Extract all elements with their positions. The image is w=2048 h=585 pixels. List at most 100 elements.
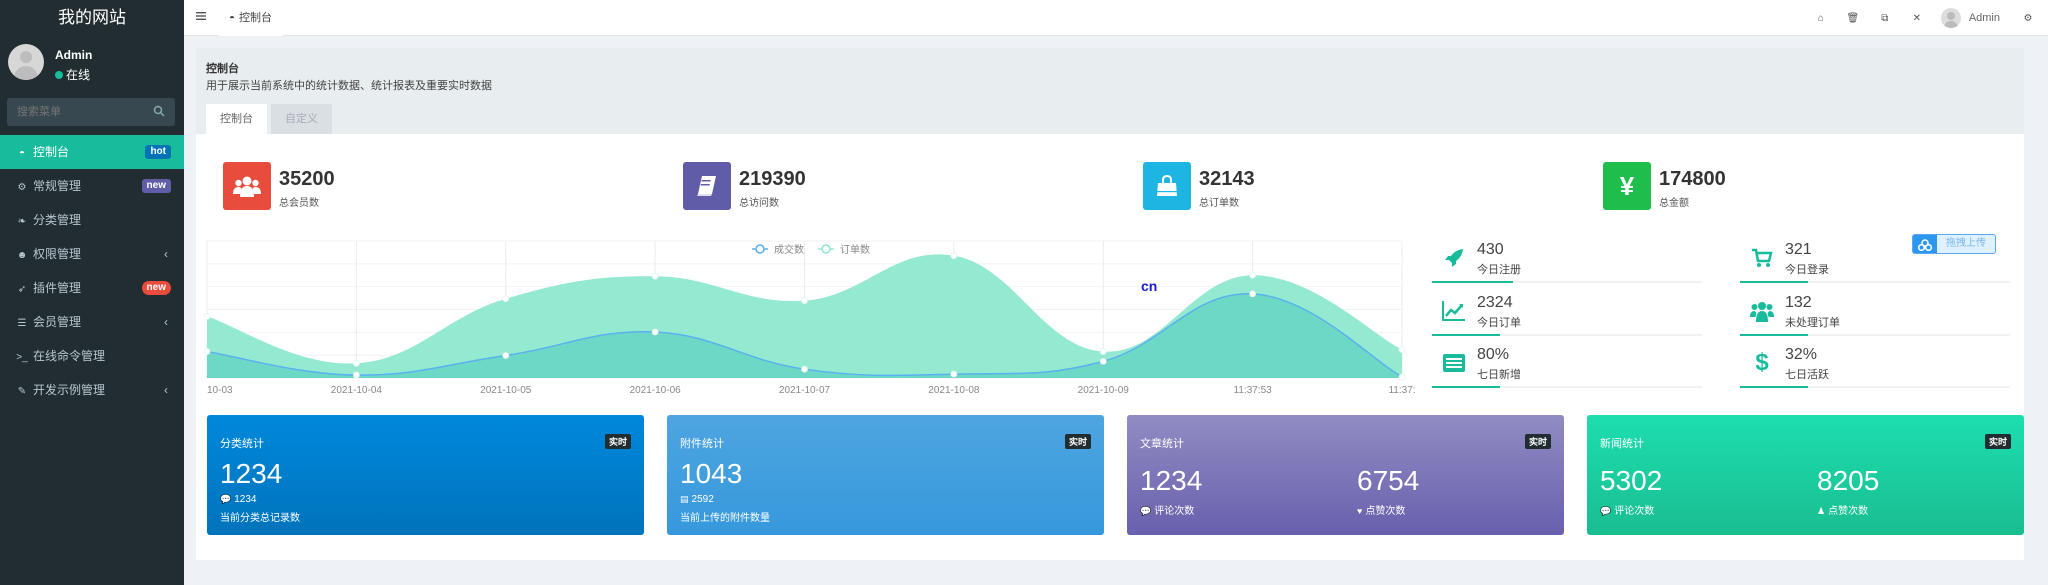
stat-label: 总金额 bbox=[1659, 198, 1689, 209]
comment-icon: 💬 bbox=[1600, 506, 1612, 516]
stat-value: 219390 bbox=[739, 168, 806, 190]
x-tick-label: 2021-10-06 bbox=[630, 385, 682, 396]
translate-icon[interactable]: ⧉ bbox=[1869, 13, 1901, 24]
mini-stat-value: 321 bbox=[1785, 241, 1812, 258]
point-orders[interactable] bbox=[1398, 346, 1406, 354]
point-orders[interactable] bbox=[1249, 271, 1257, 279]
card-sub: ♟ 点赞次数 bbox=[1817, 502, 1868, 517]
area-chart-svg: 10-03 2021-10-04 2021-10-05 2021-10-06 2021-… bbox=[203, 240, 1416, 396]
point-deals[interactable] bbox=[502, 352, 510, 359]
chevron-left-icon: ‹ bbox=[164, 247, 168, 261]
card-value: 1234 bbox=[1140, 465, 1203, 496]
realtime-tag: 实时 bbox=[1524, 434, 1551, 449]
menu-label: 分类管理 bbox=[33, 213, 82, 227]
orders-chart: 10-03 2021-10-04 2021-10-05 2021-10-06 2021-… bbox=[196, 233, 1436, 403]
group-icon bbox=[1748, 299, 1776, 323]
sidebar-item-general[interactable]: ⚙ 常规管理 new bbox=[0, 169, 184, 203]
point-deals[interactable] bbox=[950, 370, 958, 378]
fullscreen-icon[interactable]: ✕ bbox=[1901, 13, 1933, 24]
stat-value: 32143 bbox=[1199, 168, 1255, 190]
x-tick-label: 2021-10-04 bbox=[331, 385, 383, 396]
settings-icon[interactable]: ⚙ bbox=[2012, 13, 2044, 24]
nav-tab-dashboard[interactable]: ◓ 控制台 bbox=[219, 0, 283, 36]
hot-badge: hot bbox=[145, 145, 171, 159]
progress-fill bbox=[1740, 386, 1808, 388]
realtime-tag: 实时 bbox=[1984, 434, 2011, 449]
cart-icon bbox=[1748, 246, 1776, 270]
point-orders[interactable] bbox=[203, 312, 211, 320]
sidebar-item-auth[interactable]: ☻ 权限管理 ‹ bbox=[0, 237, 184, 271]
tab-dashboard[interactable]: 控制台 bbox=[206, 104, 267, 134]
mini-stat-value: 32% bbox=[1785, 346, 1818, 363]
menu-label: 在线命令管理 bbox=[33, 349, 106, 363]
point-deals[interactable] bbox=[1398, 373, 1406, 381]
tab-custom[interactable]: 自定义 bbox=[271, 104, 332, 134]
card-sub: 💬 评论次数 bbox=[1600, 502, 1654, 517]
mini-stat-label: 今日注册 bbox=[1477, 264, 1521, 276]
card-sub-label: 点赞次数 bbox=[1828, 506, 1869, 517]
panel-tabs: 控制台 自定义 bbox=[206, 104, 332, 134]
sidebar-item-dashboard[interactable]: ◓ 控制台 hot bbox=[0, 135, 184, 169]
point-orders[interactable] bbox=[1099, 348, 1107, 355]
card-value: 5302 bbox=[1600, 465, 1663, 496]
trash-icon[interactable]: 🗑 bbox=[1837, 13, 1869, 24]
home-icon[interactable]: ⌂ bbox=[1805, 13, 1837, 24]
legend-item-deals[interactable]: 成交数 bbox=[752, 243, 804, 256]
search-menu-input[interactable] bbox=[7, 98, 147, 126]
point-orders[interactable] bbox=[651, 272, 659, 280]
user-panel: Admin 在线 bbox=[0, 36, 184, 92]
point-deals[interactable] bbox=[352, 371, 360, 379]
point-deals[interactable] bbox=[801, 365, 808, 373]
legend-label: 成交数 bbox=[774, 243, 804, 256]
mini-stat-progress bbox=[1740, 334, 2010, 336]
site-brand[interactable]: 我的网站 bbox=[0, 0, 184, 36]
card-sub-label: 评论次数 bbox=[1154, 506, 1195, 517]
dollar-icon: $ bbox=[1755, 349, 1769, 376]
stat-value: 174800 bbox=[1659, 168, 1726, 190]
point-deals[interactable] bbox=[651, 328, 659, 336]
page-description: 用于展示当前系统中的统计数据、统计报表及重要实时数据 bbox=[206, 80, 492, 92]
legend-item-orders[interactable]: 订单数 bbox=[818, 243, 870, 256]
card-category-stats: 分类统计 实时 1234 💬 1234 当前分类总记录数 bbox=[207, 415, 644, 535]
mini-stat: 321 今日登录 bbox=[1740, 240, 2010, 290]
sidebar-item-category[interactable]: ❧ 分类管理 bbox=[0, 203, 184, 237]
point-orders[interactable] bbox=[502, 295, 510, 303]
sidebar-item-command[interactable]: >_ 在线命令管理 bbox=[0, 339, 184, 373]
point-deals[interactable] bbox=[1249, 290, 1257, 298]
point-orders[interactable] bbox=[801, 297, 808, 305]
point-orders[interactable] bbox=[950, 252, 958, 260]
new-badge: new bbox=[141, 281, 171, 295]
point-deals[interactable] bbox=[1099, 357, 1107, 365]
dashboard-icon: ◓ bbox=[18, 148, 26, 159]
nav-user-menu[interactable]: Admin bbox=[1940, 8, 2000, 28]
nav-user-name: Admin bbox=[1968, 12, 2000, 24]
card-sub: ▤ 2592 bbox=[680, 494, 714, 505]
point-deals[interactable] bbox=[203, 348, 211, 355]
progress-fill bbox=[1432, 334, 1500, 336]
sidebar-item-addon[interactable]: ➶ 插件管理 new bbox=[0, 271, 184, 305]
search-icon[interactable] bbox=[153, 105, 165, 117]
mini-stat-label: 七日活跃 bbox=[1785, 369, 1829, 381]
chevron-left-icon: ‹ bbox=[164, 315, 168, 329]
x-tick-label: 10-03 bbox=[207, 385, 233, 396]
menu-label: 权限管理 bbox=[33, 247, 82, 261]
mini-stat-value: 2324 bbox=[1477, 294, 1513, 311]
x-tick-label: 2021-10-05 bbox=[480, 385, 532, 396]
mini-stat-progress bbox=[1432, 334, 1702, 336]
user-icon: ♟ bbox=[1817, 506, 1826, 516]
online-dot-icon bbox=[55, 71, 63, 79]
mini-stat: $32% 七日活跃 bbox=[1740, 345, 2010, 395]
sidebar-item-example[interactable]: ✎ 开发示例管理 ‹ bbox=[0, 373, 184, 407]
mini-stat: 80% 七日新增 bbox=[1432, 345, 1702, 395]
mini-stat: 2324 今日订单 bbox=[1432, 293, 1702, 343]
status-text: 在线 bbox=[66, 68, 91, 82]
point-orders[interactable] bbox=[352, 359, 360, 367]
group-icon: ☻ bbox=[16, 250, 28, 261]
nav-tab-label: 控制台 bbox=[239, 12, 273, 24]
chart-legend[interactable]: 成交数 订单数 bbox=[752, 243, 870, 256]
mini-stat-progress bbox=[1740, 386, 2010, 388]
avatar bbox=[8, 44, 44, 80]
menu-toggle-icon[interactable] bbox=[196, 11, 206, 21]
sidebar-item-user[interactable]: ☰ 会员管理 ‹ bbox=[0, 305, 184, 339]
realtime-tag: 实时 bbox=[1064, 434, 1091, 449]
